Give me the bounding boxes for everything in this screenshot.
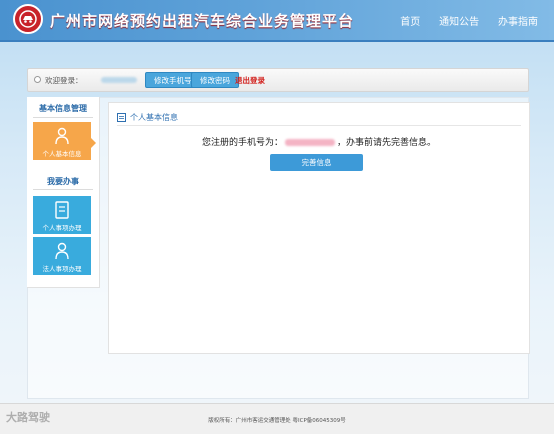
divider bbox=[33, 117, 93, 118]
taxi-logo-icon bbox=[13, 4, 43, 34]
notice-suffix: ，办事前请先完善信息。 bbox=[337, 138, 437, 148]
sidebar-item-personal-business[interactable]: 个人事项办理 bbox=[33, 196, 91, 234]
sidebar-section-business: 我要办事 bbox=[47, 177, 79, 186]
active-pointer-icon bbox=[91, 138, 96, 148]
registration-notice: 您注册的手机号为： ，办事前请先完善信息。 bbox=[109, 135, 529, 148]
top-nav: 首页 通知公告 办事指南 bbox=[400, 13, 554, 28]
divider bbox=[117, 125, 521, 126]
sidebar-item-label: 法人事项办理 bbox=[42, 265, 82, 273]
sidebar-item-personal-info[interactable]: 个人基本信息 bbox=[33, 122, 91, 160]
content-title: 个人基本信息 bbox=[117, 112, 178, 123]
document-icon bbox=[117, 113, 126, 122]
nav-home[interactable]: 首页 bbox=[400, 13, 420, 28]
notice-prefix: 您注册的手机号为： bbox=[201, 138, 283, 148]
person-icon bbox=[55, 127, 69, 145]
phone-number-redacted bbox=[285, 139, 335, 146]
welcome-label: 欢迎登录： bbox=[45, 76, 83, 85]
copyright-text: 版权所有：广州市客运交通管理处 粤ICP备06045309号 bbox=[208, 418, 346, 424]
site-title: 广州市网络预约出租汽车综合业务管理平台 bbox=[50, 12, 355, 30]
document-icon bbox=[55, 201, 69, 219]
sidebar-item-label: 个人基本信息 bbox=[42, 150, 82, 158]
user-toolbar: 欢迎登录： 修改手机号 修改密码 退出登录 bbox=[27, 68, 529, 92]
username-redacted bbox=[101, 77, 137, 83]
change-password-button[interactable]: 修改密码 bbox=[191, 72, 239, 88]
content-title-text: 个人基本信息 bbox=[130, 113, 178, 122]
sidebar-section-basic-info: 基本信息管理 bbox=[39, 104, 87, 113]
complete-info-button[interactable]: 完善信息 bbox=[270, 154, 363, 171]
nav-announcements[interactable]: 通知公告 bbox=[439, 13, 479, 28]
user-icon bbox=[55, 242, 69, 260]
footer: 版权所有：广州市客运交通管理处 粤ICP备06045309号 bbox=[0, 403, 554, 434]
watermark: 大路驾驶 bbox=[6, 411, 50, 424]
sidebar-item-corporate-business[interactable]: 法人事项办理 bbox=[33, 237, 91, 275]
logout-link[interactable]: 退出登录 bbox=[235, 75, 265, 86]
header-bar: 广州市网络预约出租汽车综合业务管理平台 首页 通知公告 办事指南 bbox=[0, 0, 554, 42]
user-status-icon bbox=[34, 76, 41, 83]
sidebar-item-label: 个人事项办理 bbox=[42, 224, 82, 232]
sidebar: 基本信息管理 个人基本信息 我要办事 个人事项办理 法人事项办理 bbox=[27, 97, 100, 288]
divider bbox=[33, 189, 93, 190]
nav-guide[interactable]: 办事指南 bbox=[498, 13, 538, 28]
content-panel: 个人基本信息 您注册的手机号为： ，办事前请先完善信息。 完善信息 bbox=[108, 102, 530, 354]
